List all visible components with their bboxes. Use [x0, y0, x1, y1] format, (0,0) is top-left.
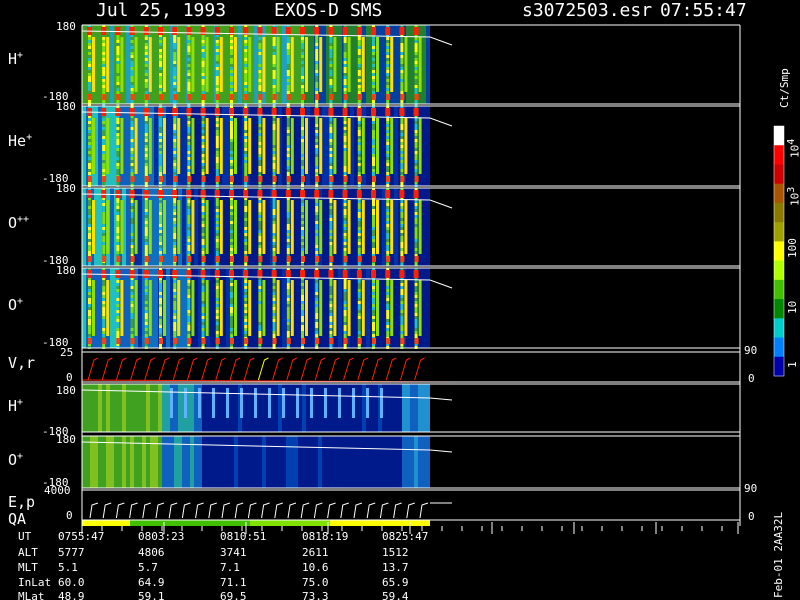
table-cell: 5777 [58, 546, 85, 559]
panel-label-qa: QA [8, 510, 27, 528]
table-cell: 0825:47 [382, 530, 429, 543]
lower-spectrogram-panel [81, 436, 453, 488]
panel-label-o-plus: O+ [8, 296, 24, 314]
tick-vr-bot: 0 [66, 371, 73, 384]
panel-label-lower-h-plus: H+ [8, 397, 24, 415]
table-cell: 71.1 [220, 576, 247, 589]
table-row-label: MLT [18, 561, 38, 574]
side-note: Feb-01 2AA32L [772, 511, 785, 598]
table-cell: 2611 [302, 546, 329, 559]
colorbar-tick-1: 1 [786, 361, 799, 368]
table-row-label: UT [18, 530, 32, 543]
table-cell: 69.5 [220, 590, 247, 600]
tick-vr-top: 25 [60, 346, 74, 359]
tick-op-top: 180 [56, 264, 76, 277]
table-cell: 13.7 [382, 561, 409, 574]
panel-label-he-plus: He+ [8, 132, 33, 150]
spectrogram-panel [81, 106, 453, 187]
exos-d-sms-display: Jul 25, 1993 EXOS-D SMS s3072503.esr 07:… [0, 0, 800, 600]
table-cell: 64.9 [138, 576, 165, 589]
table-row-label: MLat [18, 590, 45, 600]
table-cell: 0818:19 [302, 530, 349, 543]
panel-label-ep: E,p [8, 493, 36, 511]
colorbar-unit: Ct/Smp [778, 68, 791, 108]
tick-ep-bot: 0 [66, 509, 73, 522]
table-cell: 48.9 [58, 590, 85, 600]
spectrogram-panel [81, 188, 453, 266]
colorbar-tick-1e4: 104 [786, 138, 800, 158]
colorbar-tick-10: 10 [786, 300, 799, 314]
table-cell: 60.0 [58, 576, 85, 589]
spectrogram-panel [81, 268, 453, 349]
table-cell: 10.6 [302, 561, 329, 574]
tick-ep-right-top: 90 [744, 482, 758, 495]
tick-he-top: 180 [56, 100, 76, 113]
tick-vr-right-top: 90 [744, 344, 758, 357]
tick-lh-top: 180 [56, 384, 76, 397]
tick-h-top: 180 [56, 20, 76, 33]
tick-ep-top: 4000 [44, 484, 71, 497]
table-cell: 5.1 [58, 561, 78, 574]
panel-label-lower-o-plus: O+ [8, 451, 24, 469]
table-cell: 5.7 [138, 561, 158, 574]
table-cell: 73.3 [302, 590, 329, 600]
tick-opp-top: 180 [56, 182, 76, 195]
colorbar [773, 125, 785, 377]
vr-trace [81, 357, 453, 383]
table-cell: 0803:23 [138, 530, 185, 543]
colorbar-tick-100: 100 [786, 238, 799, 258]
spectrogram-plot [81, 24, 785, 534]
table-cell: 65.9 [382, 576, 409, 589]
table-cell: 59.1 [138, 590, 165, 600]
lower-spectrogram-panel [81, 384, 453, 432]
panel-label-o-plus-plus: O++ [8, 214, 30, 232]
tick-lo-top: 180 [56, 433, 76, 446]
tick-vr-right-bot: 0 [748, 372, 755, 385]
table-cell: 0755:47 [58, 530, 105, 543]
spectrogram-panel [81, 25, 453, 106]
table-cell: 0810:51 [220, 530, 267, 543]
tick-ep-right-bot: 0 [748, 510, 755, 523]
colorbar-tick-1e3: 103 [786, 186, 800, 206]
panel-label-h-plus: H+ [8, 50, 24, 68]
table-cell: 7.1 [220, 561, 240, 574]
table-cell: 75.0 [302, 576, 329, 589]
panel-label-vr: V,r [8, 354, 36, 372]
table-cell: 4806 [138, 546, 165, 559]
table-cell: 59.4 [382, 590, 409, 600]
ep-trace [89, 502, 452, 519]
table-cell: 3741 [220, 546, 247, 559]
table-row-label: ALT [18, 546, 38, 559]
table-row-label: InLat [18, 576, 52, 589]
table-cell: 1512 [382, 546, 409, 559]
